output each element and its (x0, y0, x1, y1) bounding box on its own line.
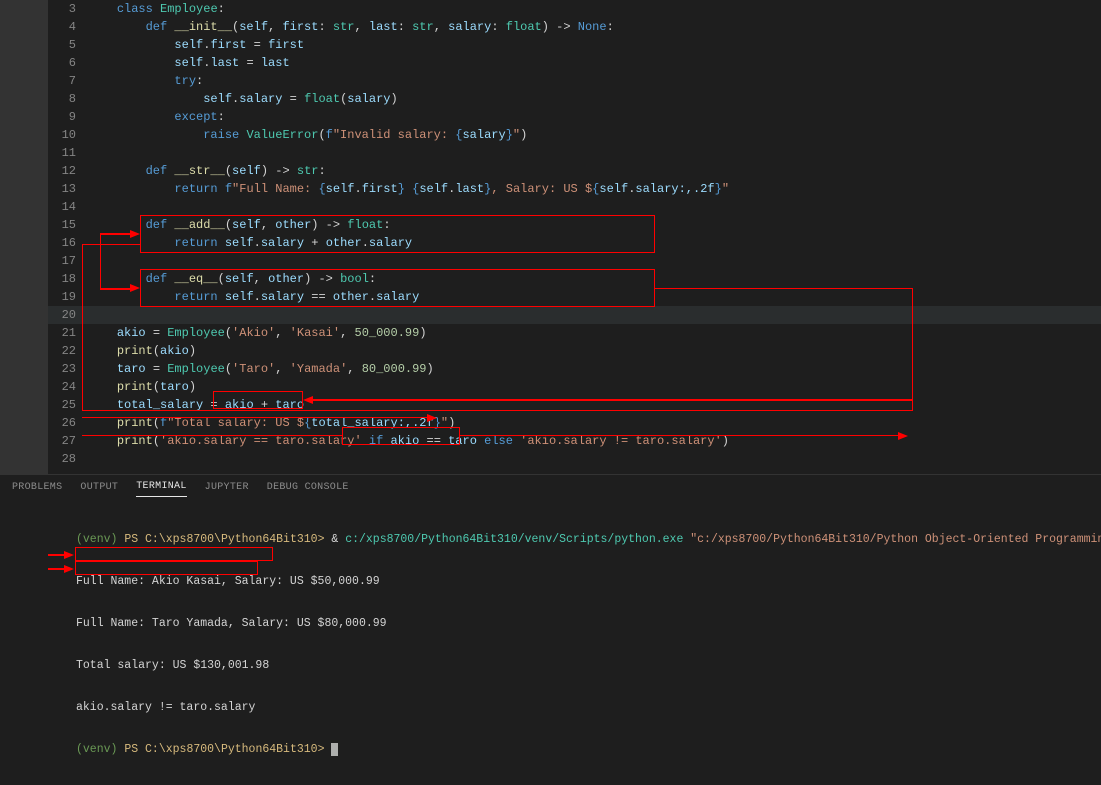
code-line: class Employee: (88, 0, 1101, 18)
tab-terminal[interactable]: TERMINAL (136, 481, 186, 497)
line-number: 13 (48, 180, 88, 198)
code-line: except: (88, 108, 1101, 126)
code-line: print('akio.salary == taro.salary' if ak… (88, 432, 1101, 450)
line-number: 8 (48, 90, 88, 108)
code-line (88, 252, 1101, 270)
line-number: 27 (48, 432, 88, 450)
tab-jupyter[interactable]: JUPYTER (205, 482, 249, 497)
line-number: 5 (48, 36, 88, 54)
line-number: 22 (48, 342, 88, 360)
line-number: 11 (48, 144, 88, 162)
line-number: 12 (48, 162, 88, 180)
line-number-gutter: 3 4 5 6 7 8 9 10 11 12 13 14 15 16 17 18… (48, 0, 88, 474)
line-number: 14 (48, 198, 88, 216)
code-line (88, 144, 1101, 162)
cursor-icon (331, 743, 338, 756)
code-line: def __add__(self, other) -> float: (88, 216, 1101, 234)
code-line: taro = Employee('Taro', 'Yamada', 80_000… (88, 360, 1101, 378)
terminal-line: (venv) PS C:\xps8700\Python64Bit310> (76, 743, 1101, 757)
line-number: 18 (48, 270, 88, 288)
line-number: 19 (48, 288, 88, 306)
terminal-body[interactable]: (venv) PS C:\xps8700\Python64Bit310> & c… (0, 503, 1101, 785)
line-number: 24 (48, 378, 88, 396)
code-line: return self.salary + other.salary (88, 234, 1101, 252)
line-number: 21 (48, 324, 88, 342)
line-number: 10 (48, 126, 88, 144)
code-line: self.last = last (88, 54, 1101, 72)
code-line: try: (88, 72, 1101, 90)
line-number: 23 (48, 360, 88, 378)
line-number: 9 (48, 108, 88, 126)
code-line (88, 198, 1101, 216)
code-editor[interactable]: class Employee: def __init__(self, first… (88, 0, 1101, 474)
line-number: 7 (48, 72, 88, 90)
code-line (88, 450, 1101, 468)
code-line: def __eq__(self, other) -> bool: (88, 270, 1101, 288)
line-number: 25 (48, 396, 88, 414)
code-line: return f"Full Name: {self.first} {self.l… (88, 180, 1101, 198)
code-line: return self.salary == other.salary (88, 288, 1101, 306)
line-number: 20 (48, 306, 88, 324)
tab-output[interactable]: OUTPUT (80, 482, 118, 497)
line-number: 28 (48, 450, 88, 468)
code-line: total_salary = akio + taro (88, 396, 1101, 414)
editor-pane: 3 4 5 6 7 8 9 10 11 12 13 14 15 16 17 18… (0, 0, 1101, 474)
line-number: 3 (48, 0, 88, 18)
terminal-line: Total salary: US $130,001.98 (76, 659, 1101, 673)
tab-debug-console[interactable]: DEBUG CONSOLE (267, 482, 349, 497)
code-line: self.first = first (88, 36, 1101, 54)
terminal-line: akio.salary != taro.salary (76, 701, 1101, 715)
activity-bar[interactable] (0, 0, 48, 474)
terminal-line: Full Name: Taro Yamada, Salary: US $80,0… (76, 617, 1101, 631)
code-line: def __init__(self, first: str, last: str… (88, 18, 1101, 36)
code-line: print(akio) (88, 342, 1101, 360)
code-line: def __str__(self) -> str: (88, 162, 1101, 180)
code-line: raise ValueError(f"Invalid salary: {sala… (88, 126, 1101, 144)
terminal-pane: PROBLEMS OUTPUT TERMINAL JUPYTER DEBUG C… (0, 474, 1101, 614)
line-number: 16 (48, 234, 88, 252)
line-number: 26 (48, 414, 88, 432)
code-line: print(taro) (88, 378, 1101, 396)
line-number: 17 (48, 252, 88, 270)
terminal-line: Full Name: Akio Kasai, Salary: US $50,00… (76, 575, 1101, 589)
line-number: 15 (48, 216, 88, 234)
code-line: self.salary = float(salary) (88, 90, 1101, 108)
terminal-tabs: PROBLEMS OUTPUT TERMINAL JUPYTER DEBUG C… (0, 475, 1101, 503)
terminal-line: (venv) PS C:\xps8700\Python64Bit310> & c… (76, 533, 1101, 547)
line-number: 4 (48, 18, 88, 36)
tab-problems[interactable]: PROBLEMS (12, 482, 62, 497)
code-line (88, 306, 1101, 324)
code-line: akio = Employee('Akio', 'Kasai', 50_000.… (88, 324, 1101, 342)
code-line: print(f"Total salary: US ${total_salary:… (88, 414, 1101, 432)
line-number: 6 (48, 54, 88, 72)
